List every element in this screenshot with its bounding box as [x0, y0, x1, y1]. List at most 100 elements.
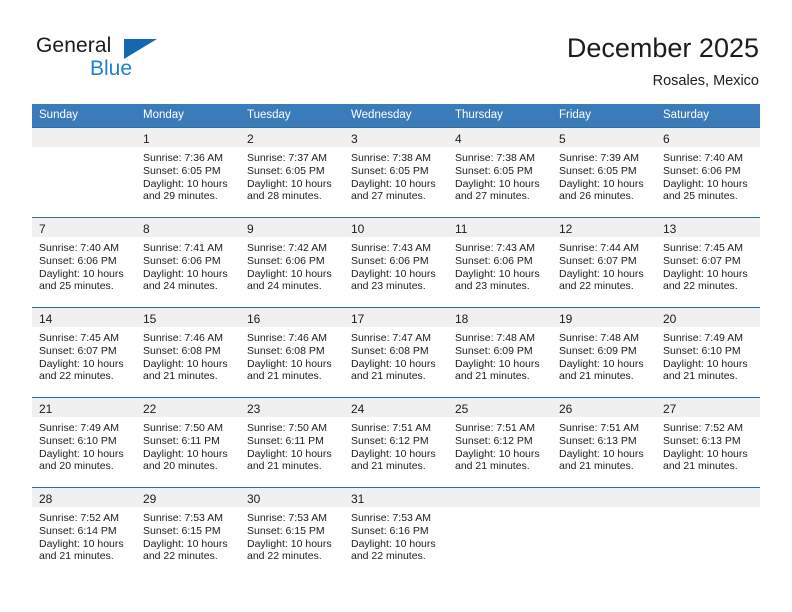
daylight-duration-line2: and 23 minutes.	[351, 280, 426, 293]
calendar-day-cell[interactable]: 16 Sunrise: 7:46 AM Sunset: 6:08 PM Dayligh…	[240, 307, 344, 398]
day-number: 30	[247, 492, 261, 506]
calendar-day-cell[interactable]: 23 Sunrise: 7:50 AM Sunset: 6:11 PM Dayligh…	[240, 397, 344, 488]
day-number-band	[656, 488, 760, 507]
calendar-day-cell[interactable]: 4 Sunrise: 7:38 AM Sunset: 6:05 PM Daylight…	[448, 127, 552, 218]
calendar-day-cell[interactable]: 8 Sunrise: 7:41 AM Sunset: 6:06 PM Daylight…	[136, 217, 240, 308]
day-cell-inner: 30 Sunrise: 7:53 AM Sunset: 6:15 PM Dayligh…	[240, 488, 344, 577]
calendar-day-cell[interactable]: 27 Sunrise: 7:52 AM Sunset: 6:13 PM Dayligh…	[656, 397, 760, 488]
sunset-time: Sunset: 6:06 PM	[247, 254, 325, 267]
day-number-band: 9	[240, 218, 344, 237]
calendar-day-cell[interactable]: 28 Sunrise: 7:52 AM Sunset: 6:14 PM Dayligh…	[32, 487, 136, 577]
weekday-header-tuesday: Tuesday	[240, 104, 344, 128]
daylight-duration-line1: Daylight: 10 hours	[455, 447, 540, 460]
day-cell-inner: 2 Sunrise: 7:37 AM Sunset: 6:05 PM Daylight…	[240, 128, 344, 217]
daylight-duration-line2: and 29 minutes.	[143, 190, 218, 203]
day-sun-info: Sunrise: 7:52 AM Sunset: 6:14 PM Daylight:…	[32, 507, 136, 563]
day-cell-inner: 27 Sunrise: 7:52 AM Sunset: 6:13 PM Dayligh…	[656, 398, 760, 487]
day-cell-inner: 11 Sunrise: 7:43 AM Sunset: 6:06 PM Dayligh…	[448, 218, 552, 307]
day-number: 26	[559, 402, 573, 416]
calendar-day-cell[interactable]: 25 Sunrise: 7:51 AM Sunset: 6:12 PM Dayligh…	[448, 397, 552, 488]
sunset-time: Sunset: 6:05 PM	[455, 164, 533, 177]
day-cell-inner: 19 Sunrise: 7:48 AM Sunset: 6:09 PM Dayligh…	[552, 308, 656, 397]
logo-triangle-icon	[124, 39, 157, 59]
day-number: 19	[559, 312, 573, 326]
weekday-header-wednesday: Wednesday	[344, 104, 448, 128]
day-number-band: 24	[344, 398, 448, 417]
daylight-duration-line1: Daylight: 10 hours	[455, 177, 540, 190]
calendar-day-cell[interactable]: 7 Sunrise: 7:40 AM Sunset: 6:06 PM Daylight…	[32, 217, 136, 308]
day-cell-inner: 24 Sunrise: 7:51 AM Sunset: 6:12 PM Dayligh…	[344, 398, 448, 487]
daylight-duration-line2: and 24 minutes.	[247, 280, 322, 293]
sunrise-time: Sunrise: 7:53 AM	[351, 512, 431, 524]
daylight-duration-line1: Daylight: 10 hours	[351, 357, 436, 370]
daylight-duration-line1: Daylight: 10 hours	[455, 357, 540, 370]
sunset-time: Sunset: 6:08 PM	[351, 344, 429, 357]
daylight-duration-line1: Daylight: 10 hours	[559, 357, 644, 370]
calendar-day-cell[interactable]: 5 Sunrise: 7:39 AM Sunset: 6:05 PM Daylight…	[552, 127, 656, 218]
day-sun-info: Sunrise: 7:37 AM Sunset: 6:05 PM Daylight:…	[240, 147, 344, 203]
day-cell-inner: 15 Sunrise: 7:46 AM Sunset: 6:08 PM Dayligh…	[136, 308, 240, 397]
calendar-day-cell[interactable]: 1 Sunrise: 7:36 AM Sunset: 6:05 PM Daylight…	[136, 127, 240, 218]
weekday-header-friday: Friday	[552, 104, 656, 128]
calendar-day-cell[interactable]: 14 Sunrise: 7:45 AM Sunset: 6:07 PM Dayligh…	[32, 307, 136, 398]
calendar-day-cell[interactable]: 29 Sunrise: 7:53 AM Sunset: 6:15 PM Dayligh…	[136, 487, 240, 577]
daylight-duration-line2: and 25 minutes.	[39, 280, 114, 293]
day-number: 1	[143, 132, 150, 146]
sunset-time: Sunset: 6:10 PM	[39, 434, 117, 447]
page-title: December 2025	[566, 33, 759, 63]
day-number-band: 28	[32, 488, 136, 507]
calendar-day-cell[interactable]: 10 Sunrise: 7:43 AM Sunset: 6:06 PM Dayligh…	[344, 217, 448, 308]
calendar-day-cell[interactable]: 17 Sunrise: 7:47 AM Sunset: 6:08 PM Dayligh…	[344, 307, 448, 398]
day-cell-inner: 25 Sunrise: 7:51 AM Sunset: 6:12 PM Dayligh…	[448, 398, 552, 487]
day-number-band	[448, 488, 552, 507]
day-number: 14	[39, 312, 53, 326]
day-cell-inner: 10 Sunrise: 7:43 AM Sunset: 6:06 PM Dayligh…	[344, 218, 448, 307]
day-sun-info: Sunrise: 7:36 AM Sunset: 6:05 PM Daylight:…	[136, 147, 240, 203]
calendar-day-cell[interactable]: 30 Sunrise: 7:53 AM Sunset: 6:15 PM Dayligh…	[240, 487, 344, 577]
calendar-day-cell[interactable]: 11 Sunrise: 7:43 AM Sunset: 6:06 PM Dayligh…	[448, 217, 552, 308]
sunset-time: Sunset: 6:13 PM	[559, 434, 637, 447]
sunset-time: Sunset: 6:15 PM	[247, 524, 325, 537]
day-sun-info: Sunrise: 7:53 AM Sunset: 6:15 PM Daylight:…	[136, 507, 240, 563]
day-sun-info: Sunrise: 7:45 AM Sunset: 6:07 PM Daylight:…	[32, 327, 136, 383]
day-number: 23	[247, 402, 261, 416]
calendar-day-cell[interactable]: 21 Sunrise: 7:49 AM Sunset: 6:10 PM Dayligh…	[32, 397, 136, 488]
general-blue-logo[interactable]: General Blue	[36, 34, 226, 86]
day-sun-info: Sunrise: 7:44 AM Sunset: 6:07 PM Daylight:…	[552, 237, 656, 293]
day-number-band: 19	[552, 308, 656, 327]
day-sun-info: Sunrise: 7:41 AM Sunset: 6:06 PM Daylight:…	[136, 237, 240, 293]
calendar-day-cell[interactable]: 19 Sunrise: 7:48 AM Sunset: 6:09 PM Dayligh…	[552, 307, 656, 398]
daylight-duration-line1: Daylight: 10 hours	[559, 177, 644, 190]
day-sun-info: Sunrise: 7:38 AM Sunset: 6:05 PM Daylight:…	[448, 147, 552, 203]
daylight-duration-line2: and 28 minutes.	[247, 190, 322, 203]
calendar-day-cell[interactable]: 15 Sunrise: 7:46 AM Sunset: 6:08 PM Dayligh…	[136, 307, 240, 398]
sunrise-time: Sunrise: 7:53 AM	[143, 512, 223, 524]
daylight-duration-line2: and 22 minutes.	[39, 370, 114, 383]
calendar-day-cell[interactable]: 24 Sunrise: 7:51 AM Sunset: 6:12 PM Dayligh…	[344, 397, 448, 488]
day-sun-info: Sunrise: 7:50 AM Sunset: 6:11 PM Daylight:…	[240, 417, 344, 473]
calendar-day-cell[interactable]: 22 Sunrise: 7:50 AM Sunset: 6:11 PM Dayligh…	[136, 397, 240, 488]
daylight-duration-line1: Daylight: 10 hours	[143, 357, 228, 370]
calendar-day-cell[interactable]: 6 Sunrise: 7:40 AM Sunset: 6:06 PM Daylight…	[656, 127, 760, 218]
calendar-day-cell[interactable]: 9 Sunrise: 7:42 AM Sunset: 6:06 PM Daylight…	[240, 217, 344, 308]
day-sun-info: Sunrise: 7:49 AM Sunset: 6:10 PM Daylight:…	[32, 417, 136, 473]
day-number-band: 3	[344, 128, 448, 147]
day-number-band: 27	[656, 398, 760, 417]
day-number-band: 2	[240, 128, 344, 147]
calendar-day-cell[interactable]: 3 Sunrise: 7:38 AM Sunset: 6:05 PM Daylight…	[344, 127, 448, 218]
sunset-time: Sunset: 6:09 PM	[559, 344, 637, 357]
sunset-time: Sunset: 6:08 PM	[143, 344, 221, 357]
day-number-band: 13	[656, 218, 760, 237]
calendar-day-cell[interactable]: 26 Sunrise: 7:51 AM Sunset: 6:13 PM Dayligh…	[552, 397, 656, 488]
calendar-day-cell[interactable]: 2 Sunrise: 7:37 AM Sunset: 6:05 PM Daylight…	[240, 127, 344, 218]
calendar-day-cell[interactable]: 20 Sunrise: 7:49 AM Sunset: 6:10 PM Dayligh…	[656, 307, 760, 398]
daylight-duration-line1: Daylight: 10 hours	[559, 267, 644, 280]
daylight-duration-line2: and 22 minutes.	[559, 280, 634, 293]
calendar-day-cell[interactable]: 12 Sunrise: 7:44 AM Sunset: 6:07 PM Dayligh…	[552, 217, 656, 308]
day-number: 7	[39, 222, 46, 236]
weekday-header-saturday: Saturday	[656, 104, 760, 128]
calendar-day-cell[interactable]: 13 Sunrise: 7:45 AM Sunset: 6:07 PM Dayligh…	[656, 217, 760, 308]
calendar-day-cell[interactable]: 31 Sunrise: 7:53 AM Sunset: 6:16 PM Dayligh…	[344, 487, 448, 577]
day-number-band: 4	[448, 128, 552, 147]
calendar-day-cell[interactable]: 18 Sunrise: 7:48 AM Sunset: 6:09 PM Dayligh…	[448, 307, 552, 398]
